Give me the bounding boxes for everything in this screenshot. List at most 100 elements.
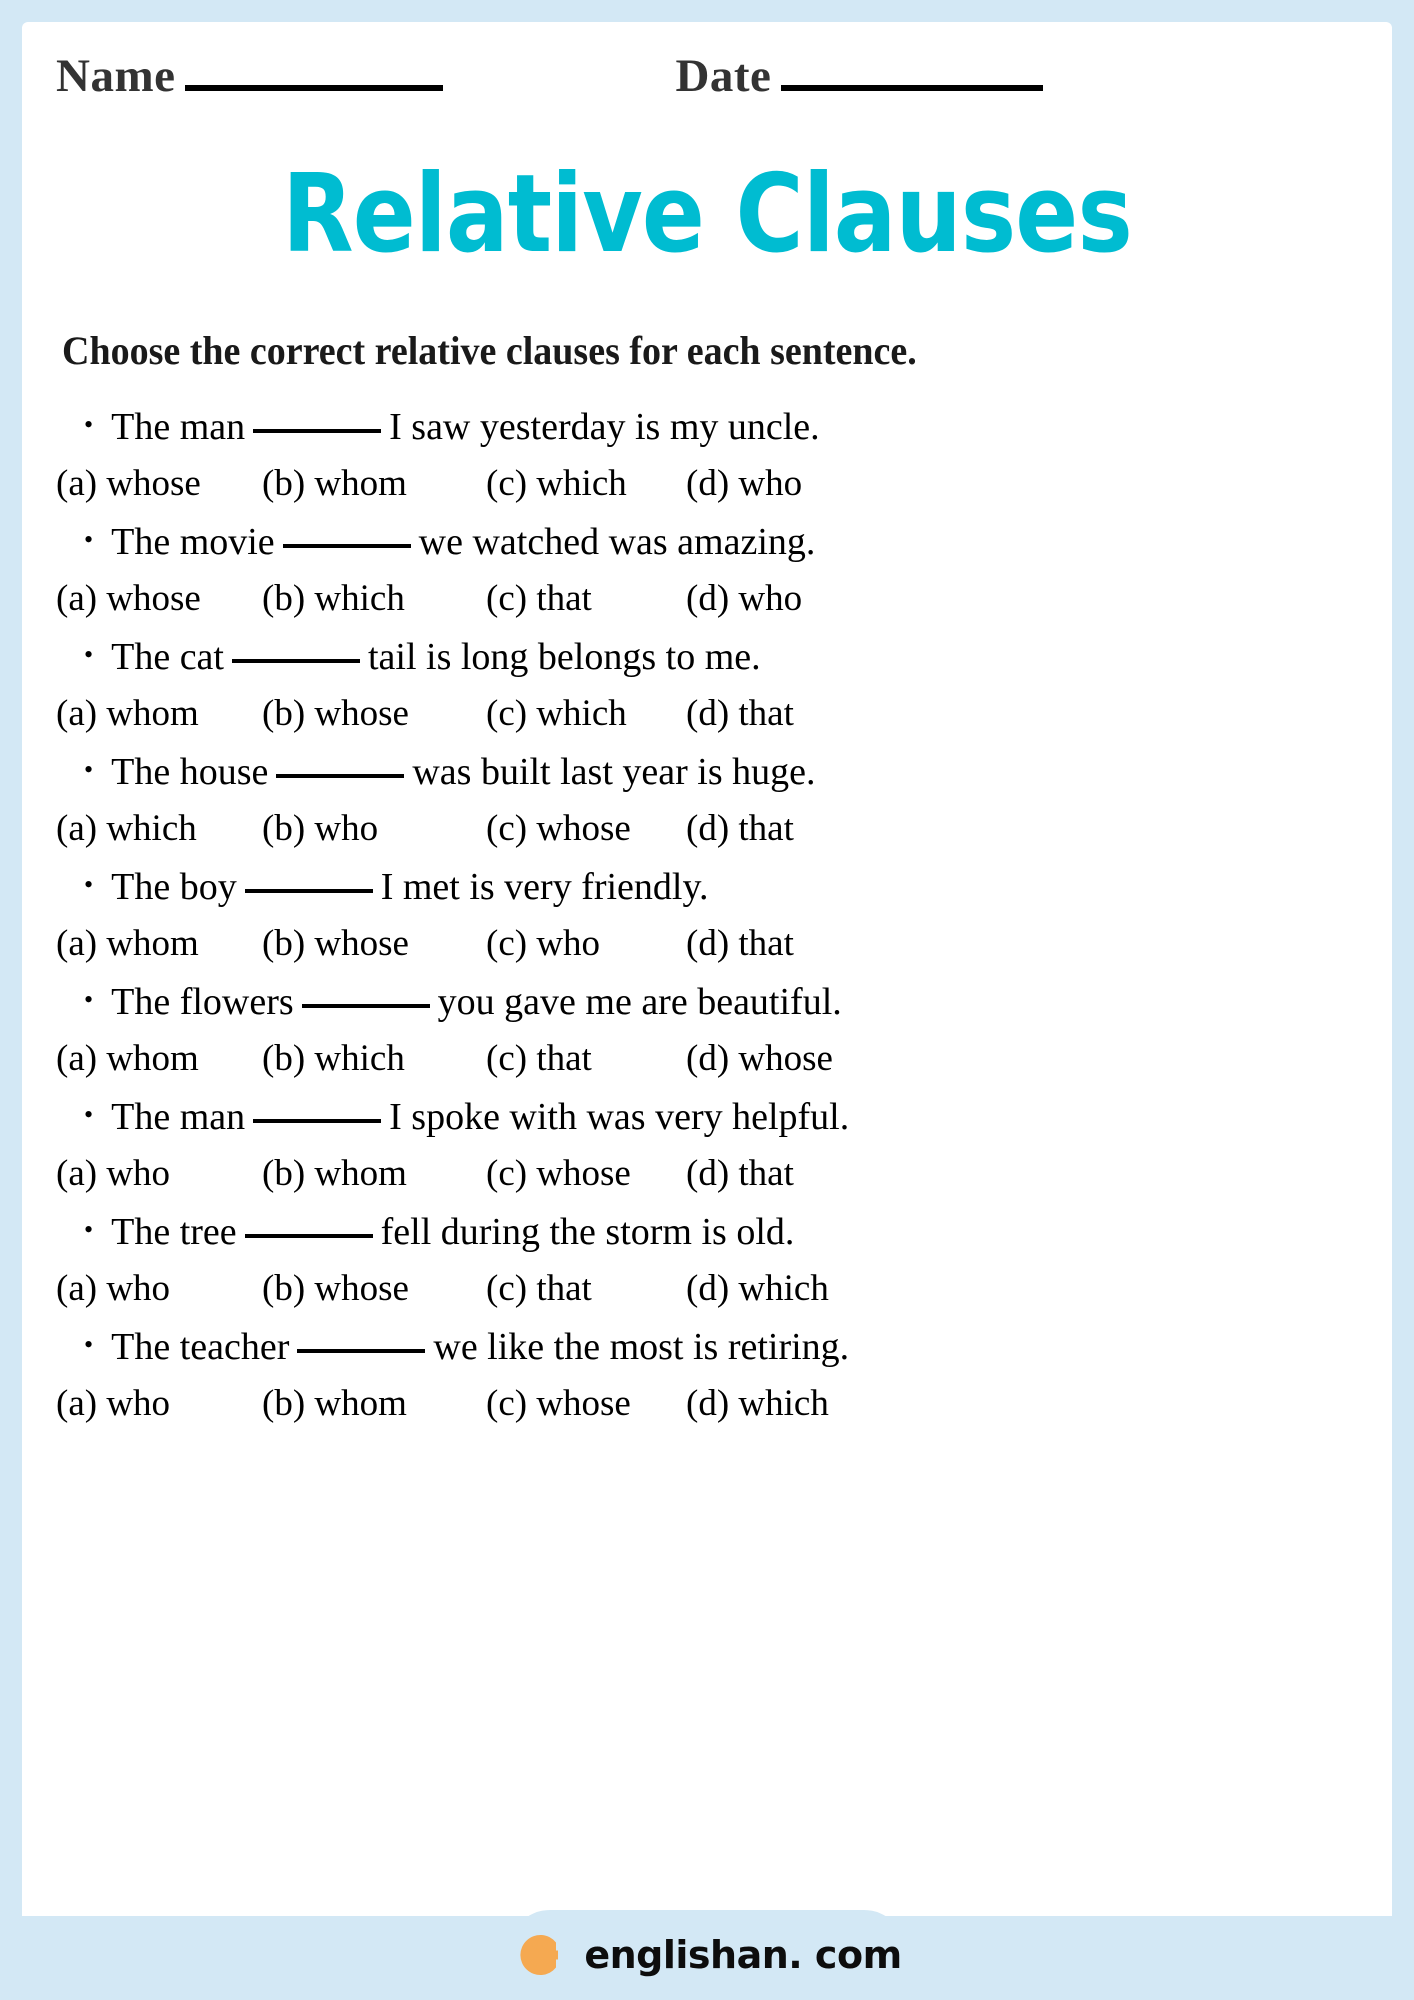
option-a[interactable]: (a) whom bbox=[56, 692, 262, 735]
question-block: • The boy I met is very friendly. (a) wh… bbox=[56, 856, 1358, 971]
option-c[interactable]: (c) whose bbox=[486, 1152, 686, 1195]
question-text-after: you gave me are beautiful. bbox=[437, 981, 842, 1024]
option-a[interactable]: (a) who bbox=[56, 1267, 262, 1310]
question-sentence: • The teacher we like the most is retiri… bbox=[84, 1316, 1358, 1372]
answer-blank[interactable] bbox=[253, 1119, 382, 1124]
options-row: (a) whose (b) which (c) that (d) who bbox=[56, 567, 1358, 626]
answer-blank[interactable] bbox=[276, 774, 405, 779]
question-text-before: The cat bbox=[111, 636, 224, 679]
option-a[interactable]: (a) who bbox=[56, 1382, 262, 1425]
worksheet-page: Name Date Relative Clauses Choose the co… bbox=[22, 22, 1392, 1938]
option-d[interactable]: (d) whose bbox=[686, 1037, 833, 1080]
options-row: (a) who (b) whom (c) whose (d) which bbox=[56, 1372, 1358, 1431]
answer-blank[interactable] bbox=[282, 544, 411, 549]
answer-blank[interactable] bbox=[301, 1004, 430, 1009]
option-a[interactable]: (a) who bbox=[56, 1152, 262, 1195]
option-c[interactable]: (c) who bbox=[486, 922, 686, 965]
question-text-before: The house bbox=[111, 751, 269, 794]
options-row: (a) which (b) who (c) whose (d) that bbox=[56, 797, 1358, 856]
question-text-before: The boy bbox=[111, 866, 237, 909]
option-a[interactable]: (a) whose bbox=[56, 577, 262, 620]
question-sentence: • The man I spoke with was very helpful. bbox=[84, 1086, 1358, 1142]
bullet-icon: • bbox=[84, 1215, 94, 1245]
options-row: (a) whose (b) whom (c) which (d) who bbox=[56, 452, 1358, 511]
instruction-text: Choose the correct relative clauses for … bbox=[62, 328, 917, 374]
question-block: • The cat tail is long belongs to me. (a… bbox=[56, 626, 1358, 741]
date-write-line[interactable] bbox=[781, 85, 1044, 91]
question-sentence: • The flowers you gave me are beautiful. bbox=[84, 971, 1358, 1027]
date-field-group: Date bbox=[675, 53, 1358, 100]
question-text-after: tail is long belongs to me. bbox=[367, 636, 761, 679]
options-row: (a) whom (b) whose (c) who (d) that bbox=[56, 912, 1358, 971]
option-d[interactable]: (d) that bbox=[686, 1152, 794, 1195]
question-block: • The man I spoke with was very helpful.… bbox=[56, 1086, 1358, 1201]
question-text-before: The movie bbox=[111, 521, 275, 564]
question-text-after: we watched was amazing. bbox=[418, 521, 816, 564]
option-a[interactable]: (a) whom bbox=[56, 1037, 262, 1080]
answer-blank[interactable] bbox=[297, 1349, 426, 1354]
question-sentence: • The movie we watched was amazing. bbox=[84, 511, 1358, 567]
option-a[interactable]: (a) whom bbox=[56, 922, 262, 965]
brand-name: englishan. com bbox=[584, 1933, 902, 1977]
question-text-after: I spoke with was very helpful. bbox=[389, 1096, 850, 1139]
bullet-icon: • bbox=[84, 755, 94, 785]
question-sentence: • The cat tail is long belongs to me. bbox=[84, 626, 1358, 682]
option-d[interactable]: (d) which bbox=[686, 1267, 829, 1310]
option-c[interactable]: (c) which bbox=[486, 462, 686, 505]
question-block: • The man I saw yesterday is my uncle. (… bbox=[56, 396, 1358, 511]
question-text-before: The tree bbox=[111, 1211, 237, 1254]
option-b[interactable]: (b) whom bbox=[262, 462, 486, 505]
answer-blank[interactable] bbox=[231, 659, 360, 664]
bullet-icon: • bbox=[84, 1100, 94, 1130]
option-c[interactable]: (c) which bbox=[486, 692, 686, 735]
name-label: Name bbox=[56, 50, 176, 102]
option-b[interactable]: (b) which bbox=[262, 1037, 486, 1080]
name-write-line[interactable] bbox=[185, 85, 444, 91]
question-text-after: fell during the storm is old. bbox=[380, 1211, 795, 1254]
option-b[interactable]: (b) whose bbox=[262, 1267, 486, 1310]
page-title: Relative Clauses bbox=[282, 152, 1133, 277]
option-c[interactable]: (c) whose bbox=[486, 807, 686, 850]
answer-blank[interactable] bbox=[244, 889, 373, 894]
options-row: (a) whom (b) which (c) that (d) whose bbox=[56, 1027, 1358, 1086]
question-text-before: The man bbox=[111, 406, 246, 449]
bullet-icon: • bbox=[84, 1330, 94, 1360]
option-b[interactable]: (b) whose bbox=[262, 922, 486, 965]
option-d[interactable]: (d) who bbox=[686, 577, 802, 620]
option-a[interactable]: (a) whose bbox=[56, 462, 262, 505]
question-text-after: we like the most is retiring. bbox=[433, 1326, 850, 1369]
option-b[interactable]: (b) whom bbox=[262, 1382, 486, 1425]
option-c[interactable]: (c) that bbox=[486, 1037, 686, 1080]
question-sentence: • The boy I met is very friendly. bbox=[84, 856, 1358, 912]
question-sentence: • The man I saw yesterday is my uncle. bbox=[84, 396, 1358, 452]
option-b[interactable]: (b) whose bbox=[262, 692, 486, 735]
brand-badge[interactable]: englishan. com bbox=[508, 1910, 906, 2000]
option-b[interactable]: (b) who bbox=[262, 807, 486, 850]
option-d[interactable]: (d) that bbox=[686, 922, 794, 965]
name-field-group: Name bbox=[56, 50, 444, 102]
option-d[interactable]: (d) that bbox=[686, 807, 794, 850]
answer-blank[interactable] bbox=[244, 1234, 373, 1239]
option-b[interactable]: (b) which bbox=[262, 577, 486, 620]
question-text-before: The flowers bbox=[111, 981, 294, 1024]
option-b[interactable]: (b) whom bbox=[262, 1152, 486, 1195]
option-c[interactable]: (c) whose bbox=[486, 1382, 686, 1425]
option-c[interactable]: (c) that bbox=[486, 1267, 686, 1310]
option-c[interactable]: (c) that bbox=[486, 577, 686, 620]
englishan-logo-icon bbox=[520, 1935, 559, 1975]
question-text-after: I met is very friendly. bbox=[380, 866, 709, 909]
question-sentence: • The tree fell during the storm is old. bbox=[84, 1201, 1358, 1257]
bullet-icon: • bbox=[84, 410, 94, 440]
question-text-after: I saw yesterday is my uncle. bbox=[389, 406, 820, 449]
footer-band: englishan. com bbox=[0, 1910, 1414, 2000]
question-block: • The tree fell during the storm is old.… bbox=[56, 1201, 1358, 1316]
question-text-after: was built last year is huge. bbox=[412, 751, 816, 794]
worksheet-frame: Name Date Relative Clauses Choose the co… bbox=[0, 0, 1414, 2000]
option-a[interactable]: (a) which bbox=[56, 807, 262, 850]
bullet-icon: • bbox=[84, 985, 94, 1015]
options-row: (a) who (b) whose (c) that (d) which bbox=[56, 1257, 1358, 1316]
option-d[interactable]: (d) that bbox=[686, 692, 794, 735]
option-d[interactable]: (d) which bbox=[686, 1382, 829, 1425]
answer-blank[interactable] bbox=[253, 429, 382, 434]
option-d[interactable]: (d) who bbox=[686, 462, 802, 505]
